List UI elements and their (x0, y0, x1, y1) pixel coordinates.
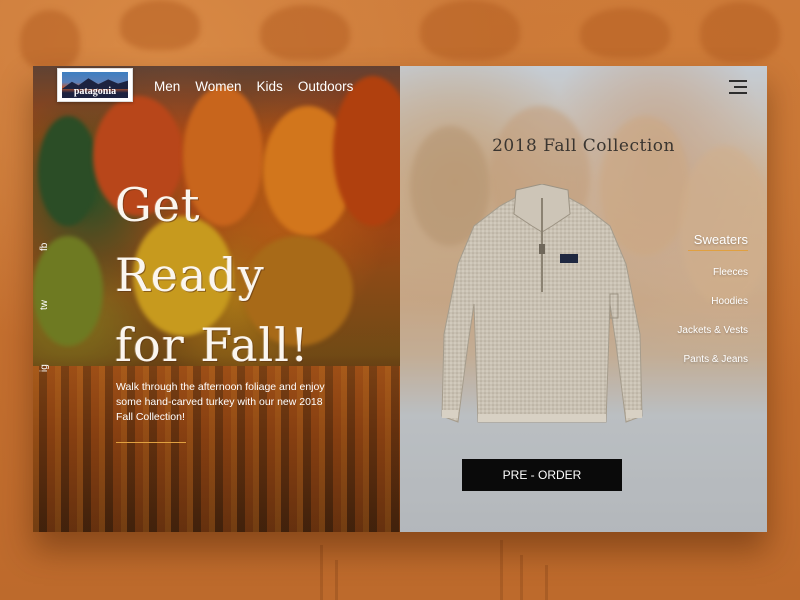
category-hoodies[interactable]: Hoodies (677, 296, 748, 307)
logo-mountain-icon: patagonia (62, 72, 128, 98)
background-grass (545, 565, 548, 600)
accent-divider (116, 442, 186, 443)
background-foliage (20, 10, 80, 70)
background-grass (335, 560, 338, 600)
social-link-instagram[interactable]: ig (39, 364, 50, 372)
hamburger-menu-icon[interactable] (729, 80, 747, 94)
background-grass (520, 555, 523, 600)
left-panel: patagonia Men Women Kids Outdoors fb tw … (33, 66, 400, 532)
background-foliage (120, 0, 200, 50)
collection-title: 2018 Fall Collection (492, 136, 675, 156)
headline-line: Ready (115, 248, 265, 302)
hero-headline: Get Ready for Fall! (115, 170, 309, 380)
category-label: Sweaters (693, 232, 748, 247)
category-jackets-vests[interactable]: Jackets & Vests (677, 325, 748, 336)
social-link-twitter[interactable]: tw (39, 300, 50, 310)
category-menu: Sweaters Fleeces Hoodies Jackets & Vests… (677, 232, 748, 383)
social-link-facebook[interactable]: fb (39, 243, 50, 251)
background-foliage (580, 8, 670, 58)
category-sweaters[interactable]: Sweaters (677, 232, 748, 251)
main-nav: Men Women Kids Outdoors (154, 79, 353, 94)
brand-logo[interactable]: patagonia (57, 68, 133, 102)
nav-item-kids[interactable]: Kids (257, 79, 283, 94)
hero-card: patagonia Men Women Kids Outdoors fb tw … (33, 66, 767, 532)
nav-item-outdoors[interactable]: Outdoors (298, 79, 354, 94)
background-grass (500, 540, 503, 600)
logo-text: patagonia (73, 86, 117, 97)
active-category-underline (688, 250, 748, 251)
pre-order-button[interactable]: PRE - ORDER (462, 459, 622, 491)
category-pants-jeans[interactable]: Pants & Jeans (677, 354, 748, 365)
background-foliage (700, 2, 780, 62)
hero-body-text: Walk through the afternoon foliage and e… (116, 381, 325, 423)
nav-item-women[interactable]: Women (195, 79, 241, 94)
background-foliage (420, 0, 520, 60)
headline-line: for Fall! (115, 318, 310, 372)
background-grass (320, 545, 323, 600)
category-fleeces[interactable]: Fleeces (677, 267, 748, 278)
right-panel: 2018 Fall Collection Sweaters Fleeces Ho… (400, 66, 767, 532)
nav-item-men[interactable]: Men (154, 79, 180, 94)
headline-line: Get (115, 178, 201, 232)
social-links: fb tw ig (39, 66, 59, 532)
sweater-product-image[interactable] (440, 184, 644, 434)
background-foliage (260, 5, 350, 60)
